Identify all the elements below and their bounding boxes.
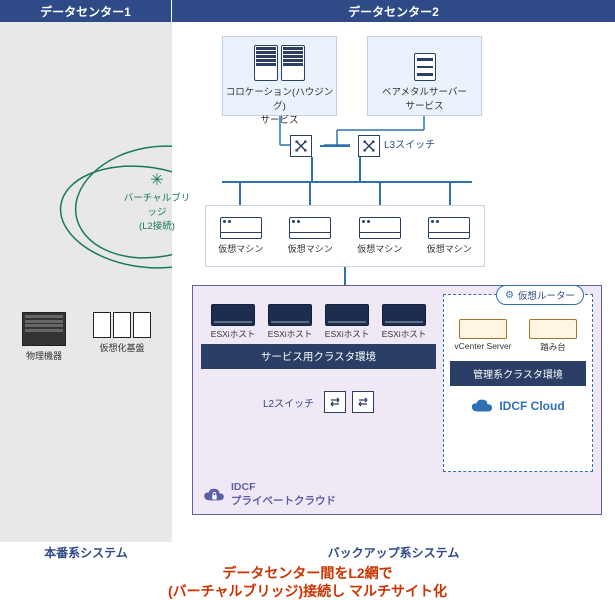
l3-switches <box>290 134 380 158</box>
esxi-host: ESXiホスト <box>264 304 316 340</box>
esxi-host-icon <box>382 304 426 326</box>
idcf-cloud-logo: IDCF Cloud <box>444 398 592 414</box>
physical-equipment: 物理機器 <box>10 312 78 362</box>
esxi-host: ESXiホスト <box>207 304 259 340</box>
virtual-bridge-label: ✳ バーチャルブリッジ (L2接続) <box>122 170 192 232</box>
esxi-host-icon <box>211 304 255 326</box>
vm-icon <box>359 217 401 239</box>
service-cluster: ESXiホスト ESXiホスト ESXiホスト ESXiホスト サービス用クラス… <box>201 304 436 413</box>
server-icon <box>529 319 577 339</box>
virtual-router-badge: ⚙仮想ルーター <box>496 285 584 305</box>
footer-backup: バックアップ系システム <box>172 542 615 562</box>
l3-switch-icon <box>290 135 312 157</box>
esxi-host: ESXiホスト <box>378 304 430 340</box>
server-icon <box>459 319 507 339</box>
mgmt-cluster-label: 管理系クラスタ環境 <box>450 361 586 386</box>
virtualization-platform: 仮想化基盤 <box>88 312 156 362</box>
l2-switch-icon <box>352 391 374 413</box>
vm: 仮想マシン <box>350 217 410 255</box>
management-cluster: ⚙仮想ルーター vCenter Server 踏み台 管理系クラスタ環境 IDC… <box>443 294 593 472</box>
vm-icon <box>220 217 262 239</box>
private-cloud-logo: IDCF プライベートクラウド <box>203 481 336 508</box>
virt-platform-icon <box>93 312 151 338</box>
footer-production: 本番系システム <box>0 542 172 562</box>
server-icon <box>414 53 436 81</box>
l2-label: L2スイッチ <box>263 395 314 410</box>
router-icon: ⚙ <box>505 290 514 301</box>
datacenter-1-column: ✳ バーチャルブリッジ (L2接続) 物理機器 仮想化基盤 <box>0 22 172 542</box>
vm: 仮想マシン <box>419 217 479 255</box>
baremetal-service: ベアメタルサーバー サービス <box>367 36 482 116</box>
esxi-host-icon <box>268 304 312 326</box>
rack-icon <box>254 45 278 81</box>
l2-switch-icon <box>324 391 346 413</box>
vm-icon <box>428 217 470 239</box>
rack-icon <box>281 45 305 81</box>
vm-icon <box>289 217 331 239</box>
physical-server-icon <box>22 312 66 346</box>
colocation-service: コロケーション(ハウジング) サービス <box>222 36 337 116</box>
vm: 仮想マシン <box>211 217 271 255</box>
cloud-lock-icon <box>203 487 225 503</box>
private-cloud: ESXiホスト ESXiホスト ESXiホスト ESXiホスト サービス用クラス… <box>192 285 602 515</box>
header-dc2: データセンター2 <box>172 0 615 22</box>
esxi-host-icon <box>325 304 369 326</box>
vm-grid: 仮想マシン 仮想マシン 仮想マシン 仮想マシン <box>205 205 485 267</box>
header-dc1: データセンター1 <box>0 0 172 22</box>
bridge-icon: ✳ <box>150 172 163 189</box>
cloud-icon <box>471 398 493 414</box>
jump-server: 踏み台 <box>522 319 584 353</box>
l3-label: L3スイッチ <box>384 136 435 151</box>
vcenter-server: vCenter Server <box>452 319 514 353</box>
vm: 仮想マシン <box>280 217 340 255</box>
l2-switches: L2スイッチ <box>201 391 436 413</box>
l3-switch-icon <box>358 135 380 157</box>
esxi-host: ESXiホスト <box>321 304 373 340</box>
service-cluster-label: サービス用クラスタ環境 <box>201 344 436 369</box>
datacenter-2-column: コロケーション(ハウジング) サービス ベアメタルサーバー サービス L3スイッ… <box>172 22 615 542</box>
